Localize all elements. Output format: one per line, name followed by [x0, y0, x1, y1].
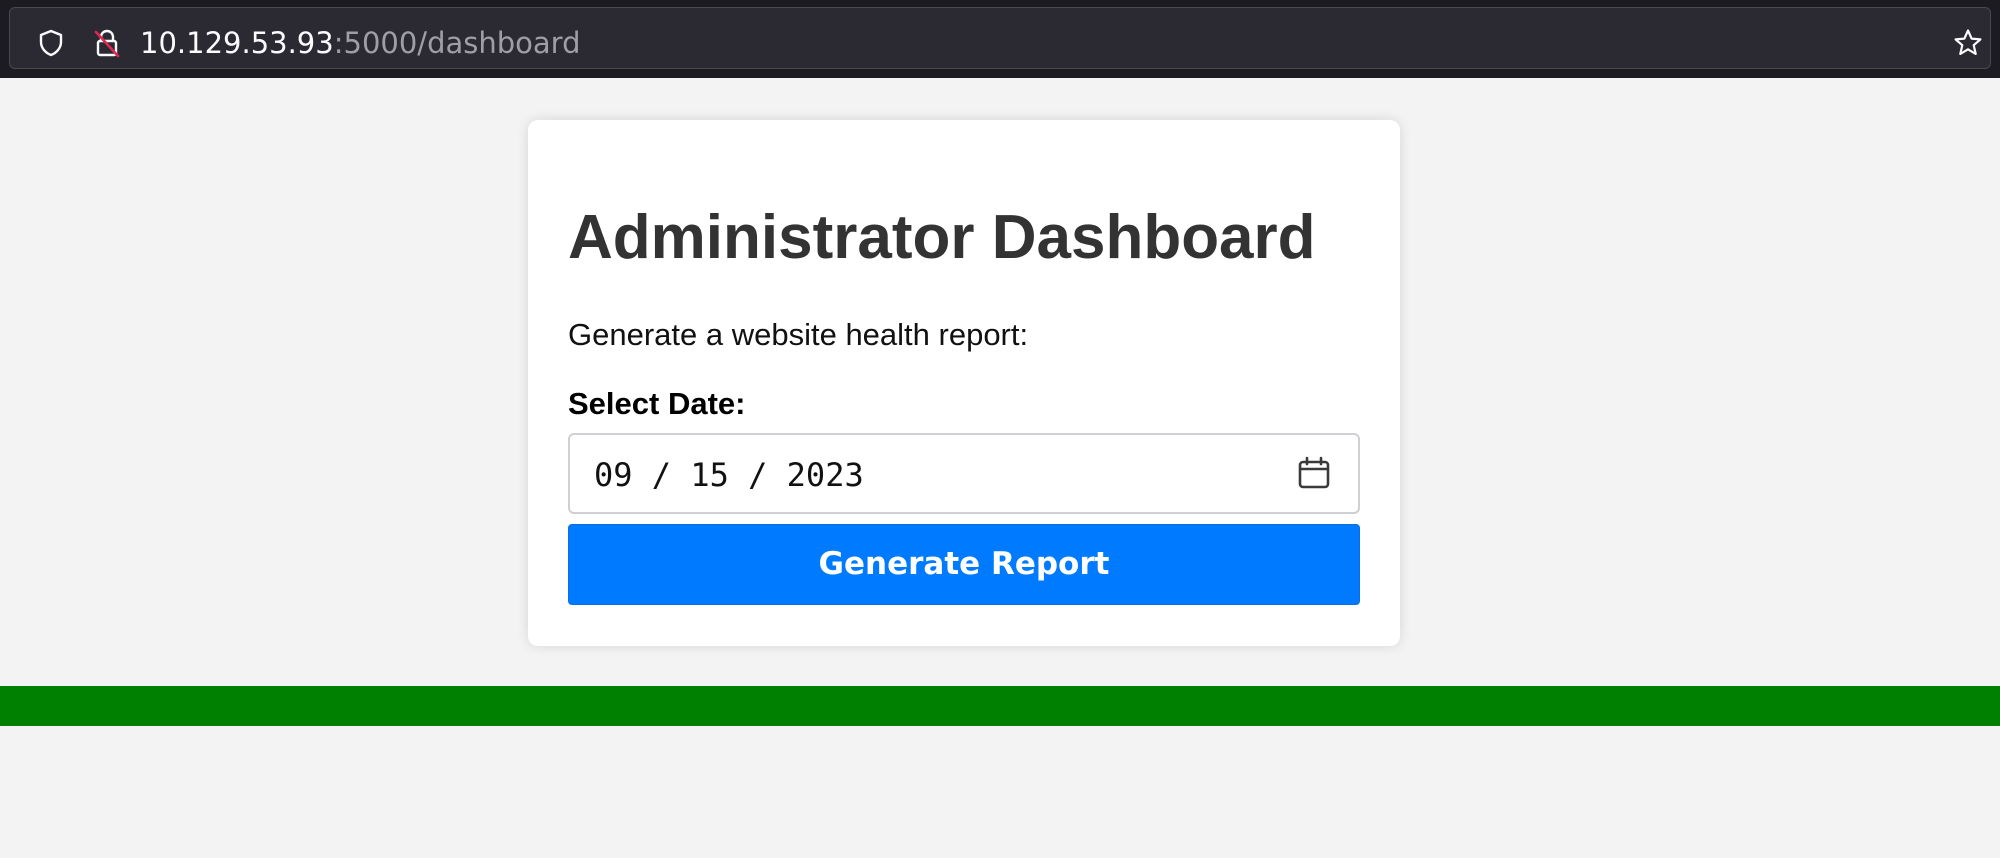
shield-icon[interactable]: [36, 28, 66, 58]
date-value[interactable]: 09 / 15 / 2023: [594, 455, 864, 495]
date-input[interactable]: 09 / 15 / 2023: [568, 433, 1360, 514]
url-host: 10.129.53.93: [140, 26, 334, 60]
star-icon[interactable]: [1953, 28, 1983, 58]
date-label: Select Date:: [568, 386, 746, 421]
url-path: :5000/dashboard: [333, 26, 581, 60]
report-description: Generate a website health report:: [568, 317, 1029, 352]
browser-toolbar: 10.129.53.93:5000/dashboard: [0, 0, 2000, 78]
calendar-icon[interactable]: [1296, 455, 1332, 491]
insecure-lock-icon[interactable]: [92, 28, 122, 58]
url-text[interactable]: 10.129.53.93:5000/dashboard: [140, 25, 580, 61]
generate-report-button[interactable]: Generate Report: [568, 524, 1360, 605]
page-title: Administrator Dashboard: [568, 203, 1316, 272]
address-bar[interactable]: 10.129.53.93:5000/dashboard: [9, 7, 1991, 69]
dashboard-card: Administrator Dashboard Generate a websi…: [528, 120, 1400, 646]
status-bar: [0, 686, 2000, 726]
